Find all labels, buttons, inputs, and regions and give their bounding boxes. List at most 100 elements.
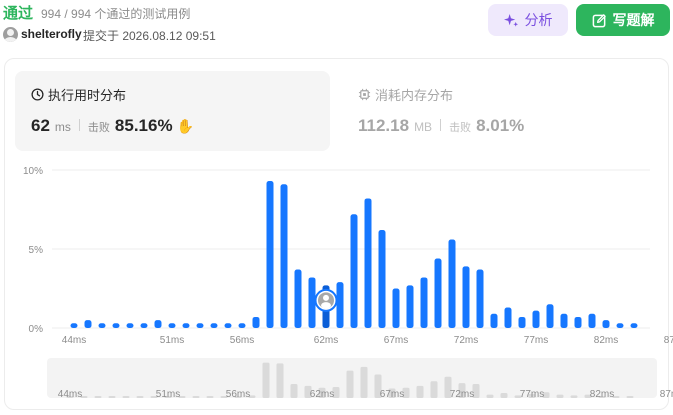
histogram-bar	[168, 323, 176, 328]
histogram-bar	[392, 288, 400, 328]
histogram-bar	[490, 313, 498, 328]
x-tick-label: 44ms	[62, 335, 86, 346]
navigator-tick-label: 56ms	[226, 389, 250, 400]
selected-marker-head	[323, 294, 329, 301]
navigator-tick-label: 67ms	[380, 389, 404, 400]
histogram-bar	[70, 323, 78, 328]
clap-icon: ✋	[176, 117, 195, 134]
navigator-bar	[626, 396, 634, 398]
sparkle-icon	[503, 13, 518, 27]
y-tick-label: 0%	[29, 324, 44, 335]
histogram-bar	[182, 323, 190, 328]
runtime-panel[interactable]	[15, 71, 330, 151]
histogram-bar	[574, 316, 582, 328]
navigator-bar	[360, 366, 368, 398]
navigator-bar	[290, 383, 298, 398]
histogram-bar	[98, 323, 106, 328]
metric-separator	[440, 119, 442, 131]
x-tick-label: 82ms	[594, 335, 618, 346]
navigator-bar	[500, 393, 508, 398]
runtime-title[interactable]: 执行用时分布	[31, 85, 126, 104]
histogram-bar	[112, 323, 120, 328]
runtime-distribution-chart[interactable]: 0% 5% 10% 44ms 51ms 56ms 62ms 67ms 72ms 77ms 82ms…	[0, 155, 673, 350]
write-solution-button[interactable]: 写题解	[576, 4, 670, 36]
histogram-bar	[196, 323, 204, 328]
runtime-beats-value: 85.16%	[114, 116, 173, 135]
histogram-bar	[280, 184, 288, 328]
histogram-bar	[616, 323, 624, 328]
histogram-bar	[210, 323, 218, 328]
histogram-bar	[630, 323, 638, 328]
x-tick-label: 77ms	[524, 335, 548, 346]
navigator-bar	[556, 394, 564, 398]
histogram-bar	[504, 307, 512, 328]
histogram-bar	[462, 266, 470, 328]
histogram-bar	[378, 230, 386, 328]
x-tick-label: 62ms	[314, 335, 338, 346]
navigator-bar	[94, 396, 102, 398]
navigator-bar	[108, 396, 116, 398]
histogram-bar	[602, 320, 610, 328]
x-tick-label: 67ms	[384, 335, 408, 346]
histogram-bar	[546, 304, 554, 328]
navigator-bar	[416, 385, 424, 398]
status-title: 通过	[3, 5, 34, 22]
y-tick-label: 5%	[29, 245, 44, 256]
navigator-bar	[136, 396, 144, 398]
memory-title-label: 消耗内存分布	[375, 88, 454, 103]
runtime-value: 62	[31, 116, 50, 135]
navigator-bar	[192, 396, 200, 398]
navigator-tick-label: 44ms	[58, 389, 82, 400]
range-navigator-chart[interactable]: 44ms 51ms 56ms 62ms 67ms 72ms 77ms 82ms 87ms	[0, 358, 673, 400]
submitted-time: 提交于 2026.08.12 09:51	[83, 29, 216, 43]
navigator-tick-label: 82ms	[590, 389, 614, 400]
histogram-bar	[224, 323, 232, 328]
histogram-bar	[364, 198, 372, 328]
y-tick-label: 10%	[23, 166, 43, 177]
analyze-button[interactable]: 分析	[488, 4, 568, 36]
runtime-metric: 62 ms 击败 85.16% ✋	[31, 116, 194, 136]
histogram-bar	[434, 258, 442, 328]
avatar[interactable]	[3, 27, 18, 42]
navigator-bar	[570, 395, 578, 398]
navigator-bar	[262, 362, 270, 398]
histogram-bar	[588, 313, 596, 328]
histogram-bar	[126, 323, 134, 328]
runtime-beats-label: 击败	[87, 122, 110, 134]
navigator-bar	[122, 396, 130, 398]
memory-beats-label: 击败	[449, 122, 472, 134]
histogram-bar	[420, 277, 428, 328]
x-tick-label: 87ms	[664, 335, 673, 346]
navigator-tick-label: 72ms	[450, 389, 474, 400]
runtime-unit: ms	[54, 120, 71, 134]
chip-icon	[358, 88, 371, 101]
clock-icon	[31, 88, 44, 101]
navigator-tick-label: 87ms	[660, 389, 673, 400]
memory-beats-value: 8.01%	[476, 116, 525, 135]
navigator-bar	[276, 363, 284, 398]
write-solution-label: 写题解	[612, 12, 655, 28]
histogram-bar	[252, 316, 260, 328]
histogram-bar	[476, 269, 484, 328]
histogram-bar	[532, 310, 540, 328]
x-tick-label: 51ms	[160, 335, 184, 346]
navigator-tick-label: 62ms	[310, 389, 334, 400]
navigator-tick-label: 51ms	[156, 389, 180, 400]
x-tick-label: 56ms	[230, 335, 254, 346]
navigator-bar	[486, 394, 494, 398]
histogram-bar	[560, 313, 568, 328]
selected-marker-body	[321, 302, 331, 309]
histogram-bar	[294, 269, 302, 328]
histogram-bar	[84, 320, 92, 328]
navigator-bar	[206, 396, 214, 398]
histogram-bar	[238, 323, 246, 328]
histogram-bar	[266, 181, 274, 328]
username-link[interactable]: shelterofly	[21, 27, 82, 41]
histogram-bar	[406, 285, 414, 328]
edit-icon	[592, 13, 606, 27]
metric-separator	[78, 119, 80, 131]
memory-value: 112.18	[358, 116, 410, 135]
memory-title[interactable]: 消耗内存分布	[358, 85, 453, 104]
histogram-bar	[154, 320, 162, 328]
analyze-label: 分析	[524, 12, 553, 28]
